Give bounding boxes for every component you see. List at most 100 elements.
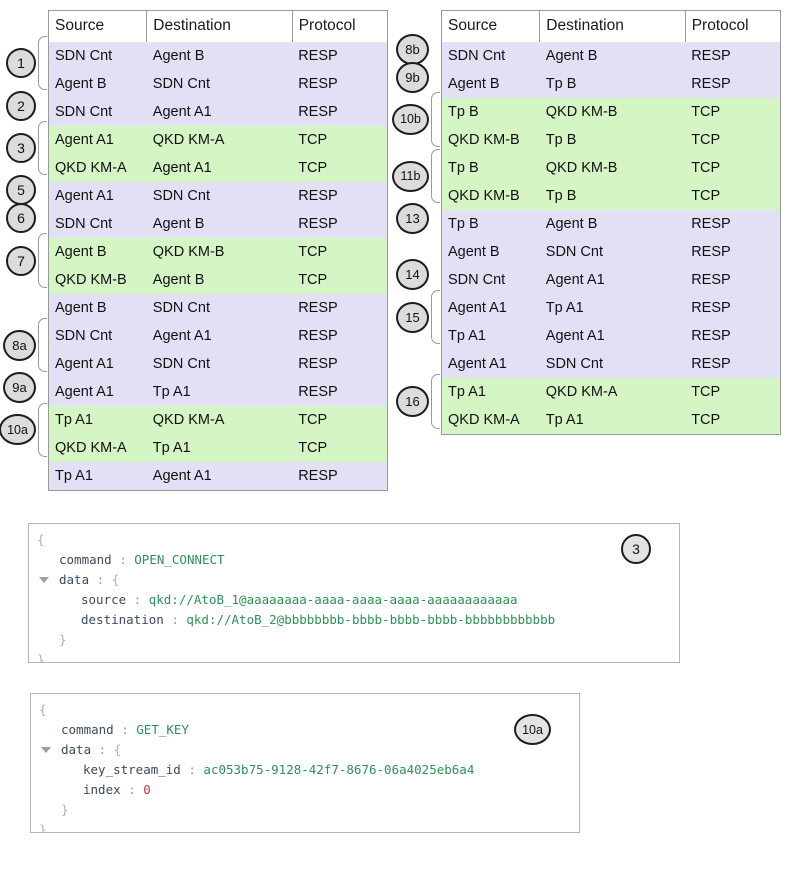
table-row: Tp BQKD KM-BTCP (442, 98, 781, 126)
table-row: Agent A1Tp A1RESP (49, 378, 388, 406)
cell-source: QKD KM-B (442, 182, 540, 210)
cell-protocol: TCP (685, 126, 780, 154)
cell-protocol: TCP (292, 126, 387, 154)
step-badge-5: 5 (6, 175, 36, 205)
cell-protocol: RESP (292, 294, 387, 322)
table-row: SDN CntAgent BRESP (49, 210, 388, 238)
json-data-line: data : { (29, 570, 679, 590)
cell-destination: QKD KM-B (540, 98, 685, 126)
cell-source: QKD KM-A (442, 406, 540, 435)
cell-source: Tp A1 (49, 406, 147, 434)
cell-protocol: RESP (685, 42, 780, 70)
cell-protocol: TCP (685, 182, 780, 210)
table-row: Tp A1Agent A1RESP (49, 462, 388, 491)
cell-source: Agent A1 (49, 378, 147, 406)
table-header-row: Source Destination Protocol (442, 11, 781, 43)
cell-destination: Tp A1 (147, 378, 292, 406)
cell-source: Agent A1 (49, 350, 147, 378)
cell-protocol: TCP (685, 406, 780, 435)
step-badge-9a: 9a (3, 372, 36, 403)
cell-destination: SDN Cnt (147, 350, 292, 378)
cell-destination: Agent A1 (147, 98, 292, 126)
step-badge-11b: 11b (392, 161, 429, 192)
cell-destination: Tp A1 (540, 294, 685, 322)
group-brace (431, 290, 440, 344)
cell-source: QKD KM-A (49, 434, 147, 462)
step-badge-9b: 9b (396, 62, 429, 93)
message-table-left: Source Destination Protocol SDN CntAgent… (48, 10, 388, 491)
table-row: Agent BTp BRESP (442, 70, 781, 98)
cell-destination: Tp A1 (147, 434, 292, 462)
table-row: Tp BAgent BRESP (442, 210, 781, 238)
step-badge-7: 7 (6, 246, 36, 276)
cell-source: SDN Cnt (49, 210, 147, 238)
chevron-down-icon[interactable] (39, 577, 49, 583)
table-row: Tp BQKD KM-BTCP (442, 154, 781, 182)
step-badge-14: 14 (396, 259, 429, 290)
column-header-protocol: Protocol (292, 11, 387, 43)
cell-source: SDN Cnt (442, 266, 540, 294)
json-field-index: index : 0 (31, 780, 579, 800)
step-badge-16: 16 (396, 386, 429, 417)
table-row: Agent A1SDN CntRESP (49, 182, 388, 210)
cell-destination: Agent A1 (147, 154, 292, 182)
json-close-brace: } (29, 650, 679, 663)
cell-destination: Tp B (540, 126, 685, 154)
json-command-line: command : GET_KEY (31, 720, 579, 740)
step-badge-10b: 10b (392, 104, 429, 135)
cell-protocol: RESP (292, 182, 387, 210)
step-badge-3: 3 (6, 133, 36, 163)
cell-source: SDN Cnt (49, 98, 147, 126)
table-row: Agent BSDN CntRESP (49, 294, 388, 322)
cell-destination: Agent A1 (147, 462, 292, 491)
cell-protocol: TCP (292, 238, 387, 266)
cell-destination: SDN Cnt (147, 182, 292, 210)
table-row: SDN CntAgent A1RESP (49, 98, 388, 126)
cell-destination: QKD KM-A (147, 126, 292, 154)
json-panel-badge-3: 3 (621, 534, 651, 564)
column-header-source: Source (49, 11, 147, 43)
cell-source: Tp B (442, 154, 540, 182)
table-row: Agent BSDN CntRESP (49, 70, 388, 98)
cell-protocol: TCP (292, 406, 387, 434)
chevron-down-icon[interactable] (41, 747, 51, 753)
cell-destination: Agent A1 (540, 266, 685, 294)
step-badge-2: 2 (6, 91, 36, 121)
table-row: Tp A1Agent A1RESP (442, 322, 781, 350)
json-open-brace: { (29, 530, 679, 550)
step-badge-10a: 10a (0, 414, 36, 445)
cell-protocol: TCP (685, 378, 780, 406)
cell-source: QKD KM-B (49, 266, 147, 294)
cell-protocol: RESP (292, 210, 387, 238)
cell-destination: Agent B (540, 42, 685, 70)
cell-destination: Agent B (540, 210, 685, 238)
cell-source: Tp A1 (49, 462, 147, 491)
cell-protocol: RESP (685, 266, 780, 294)
cell-source: SDN Cnt (49, 322, 147, 350)
cell-protocol: TCP (292, 154, 387, 182)
cell-destination: SDN Cnt (540, 350, 685, 378)
cell-protocol: RESP (292, 378, 387, 406)
json-open-brace: { (31, 700, 579, 720)
table-row: QKD KM-BAgent BTCP (49, 266, 388, 294)
table-row: QKD KM-ATp A1TCP (49, 434, 388, 462)
cell-source: Agent A1 (442, 294, 540, 322)
json-data-line: data : { (31, 740, 579, 760)
group-brace (38, 233, 47, 287)
cell-destination: SDN Cnt (147, 294, 292, 322)
cell-destination: Agent B (147, 266, 292, 294)
step-badge-8a: 8a (3, 330, 36, 361)
table-row: Agent BSDN CntRESP (442, 238, 781, 266)
cell-source: SDN Cnt (442, 42, 540, 70)
cell-source: Agent B (49, 294, 147, 322)
message-table-right: Source Destination Protocol SDN CntAgent… (441, 10, 781, 435)
cell-destination: Agent B (147, 210, 292, 238)
json-panel-get-key: {command : GET_KEYdata : {key_stream_id … (30, 693, 580, 833)
group-brace (431, 149, 440, 203)
json-data-close: } (31, 800, 579, 820)
cell-source: Tp B (442, 210, 540, 238)
cell-protocol: RESP (292, 350, 387, 378)
cell-protocol: TCP (685, 98, 780, 126)
cell-protocol: RESP (685, 294, 780, 322)
table-row: Agent BQKD KM-BTCP (49, 238, 388, 266)
